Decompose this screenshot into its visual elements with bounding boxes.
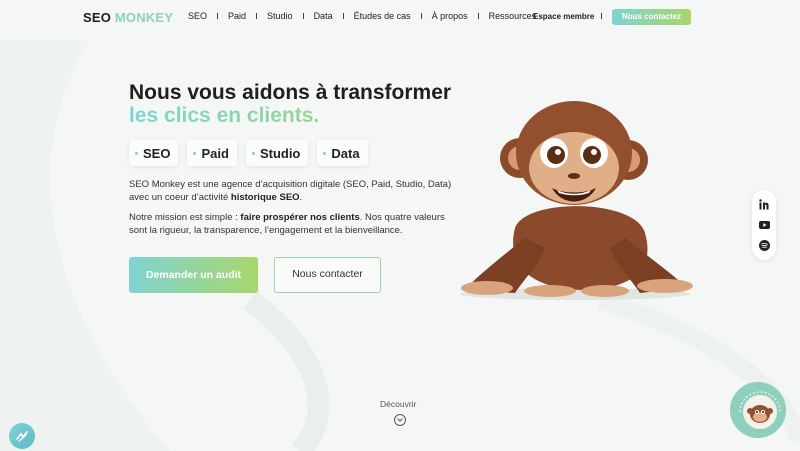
service-tags: SEO Paid Studio Data [129, 140, 377, 166]
request-audit-button[interactable]: Demander un audit [129, 257, 258, 293]
linkedin-icon[interactable] [758, 198, 770, 210]
nav-item-data[interactable]: Data [314, 11, 333, 21]
tag-data[interactable]: Data [317, 140, 368, 166]
spotify-icon[interactable] [758, 240, 770, 252]
intro-end: . [299, 192, 303, 203]
nav-separator [217, 13, 219, 19]
podcast-badge-image[interactable] [730, 382, 786, 438]
youtube-icon[interactable] [758, 219, 770, 231]
tag-label: Studio [259, 145, 301, 161]
intro-bold: historique SEO [230, 192, 300, 203]
nav-separator [477, 13, 479, 19]
logo[interactable]: SEO MONKEY [83, 10, 173, 25]
bullet-dot [193, 151, 197, 155]
tag-label: Data [331, 145, 360, 161]
tag-label: SEO [143, 145, 171, 161]
intro-paragraph: SEO Monkey est une agence d’acquisition … [129, 178, 459, 204]
nav-separator [302, 13, 304, 19]
tag-paid[interactable]: Paid [187, 140, 237, 166]
discover-label[interactable]: Découvrir [380, 399, 416, 409]
site-header: SEO MONKEY SEO Paid Studio Data Études d… [0, 0, 800, 34]
accessibility-widget-icon[interactable] [9, 423, 35, 449]
mission-text: Notre mission est simple : [129, 212, 241, 223]
hero-title-line2: les clics en clients. [129, 104, 451, 127]
hero-title-line1: Nous vous aidons à transformer [129, 81, 452, 104]
header-separator [601, 13, 602, 19]
mission-paragraph: Notre mission est simple : faire prospér… [129, 211, 459, 237]
header-contact-button[interactable]: Nous contactez [612, 9, 691, 25]
tag-studio[interactable]: Studio [245, 140, 309, 166]
contact-us-button[interactable]: Nous contacter [274, 257, 381, 293]
nav-item-about[interactable]: À propos [432, 11, 468, 21]
bullet-dot [323, 151, 327, 155]
main-nav: SEO Paid Studio Data Études de cas À pro… [188, 11, 536, 21]
nav-item-seo[interactable]: SEO [188, 11, 207, 21]
nav-separator [420, 13, 422, 19]
hero-title: Nous vous aidons à transformer les clics… [129, 81, 451, 127]
member-area-link[interactable]: Espace membre [533, 12, 594, 21]
logo-monkey: MONKEY [114, 10, 174, 25]
chevron-down-icon[interactable] [394, 414, 406, 426]
nav-separator [256, 13, 258, 19]
nav-separator [342, 13, 344, 19]
nav-item-paid[interactable]: Paid [228, 11, 246, 21]
nav-item-case-studies[interactable]: Études de cas [354, 11, 411, 21]
mission-bold: faire prospérer nos clients [240, 212, 360, 223]
nav-item-studio[interactable]: Studio [267, 11, 293, 21]
logo-seo: SEO [83, 10, 112, 25]
bullet-dot [135, 151, 138, 155]
tag-seo[interactable]: SEO [129, 140, 179, 166]
social-bar [752, 190, 776, 260]
bullet-dot [251, 151, 255, 155]
nav-item-resources[interactable]: Ressources [489, 11, 537, 21]
tag-label: Paid [201, 145, 229, 161]
monkey-mascot-image [460, 101, 693, 300]
